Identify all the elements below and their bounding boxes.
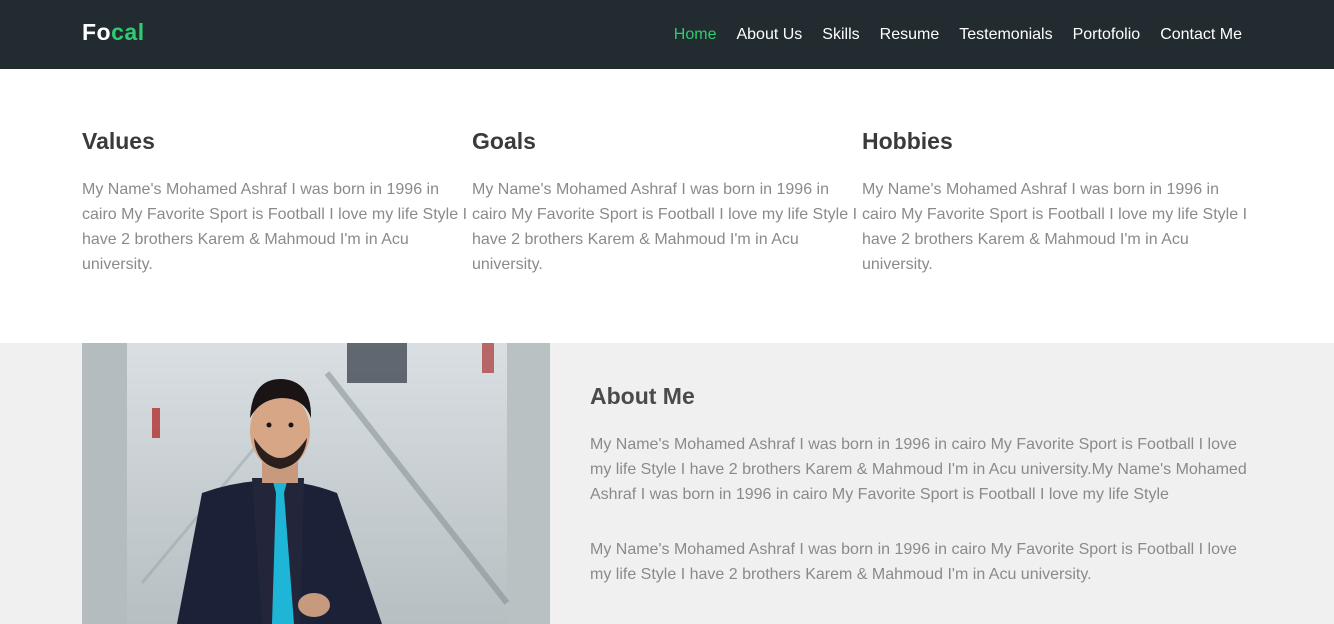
features-section: Values My Name's Mohamed Ashraf I was bo…: [0, 69, 1334, 343]
nav-item-testemonials[interactable]: Testemonials: [959, 26, 1052, 44]
nav-item-about-us[interactable]: About Us: [736, 26, 802, 44]
nav-item-home[interactable]: Home: [674, 26, 717, 44]
feature-goals: Goals My Name's Mohamed Ashraf I was bor…: [472, 128, 862, 277]
profile-photo: [82, 343, 550, 624]
nav-menu: Home About Us Skills Resume Testemonials…: [654, 0, 1242, 69]
feature-values: Values My Name's Mohamed Ashraf I was bo…: [82, 128, 472, 277]
nav-item-skills[interactable]: Skills: [822, 26, 859, 44]
feature-hobbies: Hobbies My Name's Mohamed Ashraf I was b…: [862, 128, 1252, 277]
navbar: Focal Home About Us Skills Resume Testem…: [0, 0, 1334, 69]
feature-text: My Name's Mohamed Ashraf I was born in 1…: [82, 181, 468, 273]
feature-title: Values: [82, 128, 155, 154]
brand-logo-part2: cal: [111, 19, 145, 45]
about-paragraph-2: My Name's Mohamed Ashraf I was born in 1…: [590, 541, 1237, 583]
nav-item-resume[interactable]: Resume: [880, 26, 940, 44]
nav-item-portofolio[interactable]: Portofolio: [1073, 26, 1141, 44]
feature-title: Hobbies: [862, 128, 953, 154]
about-content: About Me My Name's Mohamed Ashraf I was …: [590, 383, 1260, 617]
feature-text: My Name's Mohamed Ashraf I was born in 1…: [862, 181, 1248, 273]
brand-logo[interactable]: Focal: [82, 19, 145, 46]
about-section: About Me My Name's Mohamed Ashraf I was …: [0, 343, 1334, 624]
nav-item-contact-me[interactable]: Contact Me: [1160, 26, 1242, 44]
profile-photo-illustration: [82, 343, 550, 624]
about-title: About Me: [590, 383, 695, 409]
feature-title: Goals: [472, 128, 536, 154]
about-paragraph-1: My Name's Mohamed Ashraf I was born in 1…: [590, 436, 1247, 503]
feature-text: My Name's Mohamed Ashraf I was born in 1…: [472, 181, 858, 273]
brand-logo-part1: Fo: [82, 19, 112, 45]
